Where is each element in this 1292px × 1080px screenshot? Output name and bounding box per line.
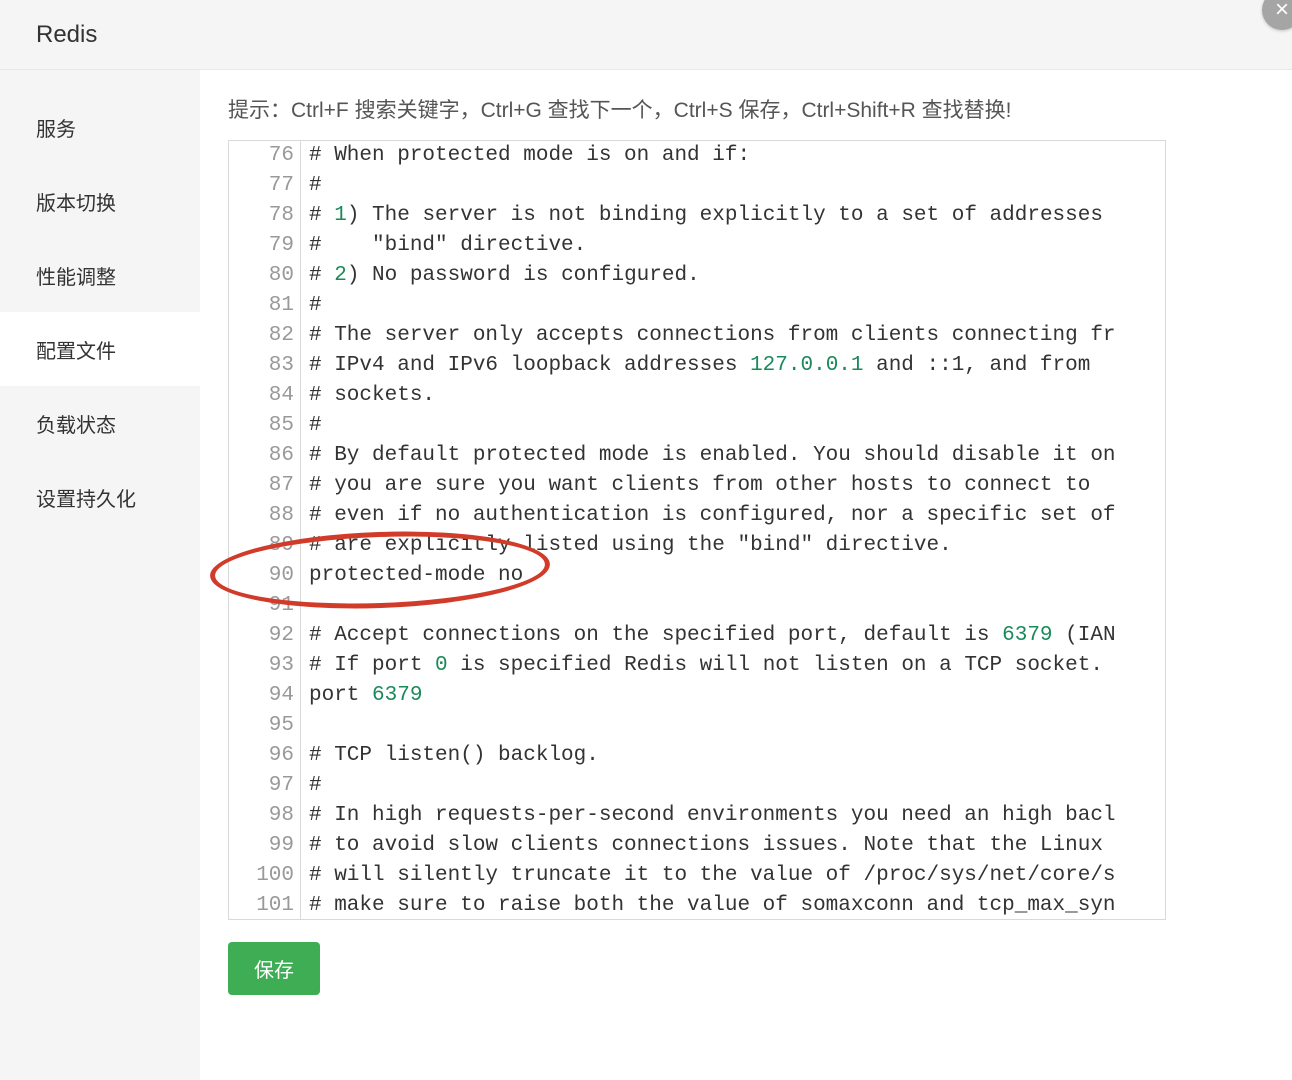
code-line[interactable]: # to avoid slow clients connections issu…	[309, 831, 1116, 861]
gutter-line: 100	[235, 861, 294, 891]
code-line[interactable]: # you are sure you want clients from oth…	[309, 471, 1116, 501]
gutter-line: 91	[235, 591, 294, 621]
gutter-line: 101	[235, 891, 294, 920]
code-line[interactable]: # sockets.	[309, 381, 1116, 411]
code-line[interactable]: # will silently truncate it to the value…	[309, 861, 1116, 891]
gutter-line: 81	[235, 291, 294, 321]
gutter-line: 83	[235, 351, 294, 381]
sidebar-item-service[interactable]: 服务	[0, 90, 200, 164]
sidebar-item-label: 版本切换	[36, 187, 116, 216]
code-line[interactable]	[309, 711, 1116, 741]
gutter-line: 97	[235, 771, 294, 801]
gutter-line: 85	[235, 411, 294, 441]
line-gutter: 7677787980818283848586878889909192939495…	[229, 141, 301, 920]
sidebar-item-label: 负载状态	[36, 409, 116, 438]
hint-text: 提示：Ctrl+F 搜索关键字，Ctrl+G 查找下一个，Ctrl+S 保存，C…	[228, 94, 1264, 124]
code-line[interactable]: # By default protected mode is enabled. …	[309, 441, 1116, 471]
code-line[interactable]: # The server only accepts connections fr…	[309, 321, 1116, 351]
save-button-label: 保存	[254, 960, 294, 982]
sidebar-item-version[interactable]: 版本切换	[0, 164, 200, 238]
code-line[interactable]: #	[309, 411, 1116, 441]
gutter-line: 84	[235, 381, 294, 411]
code-line[interactable]: #	[309, 771, 1116, 801]
gutter-line: 82	[235, 321, 294, 351]
gutter-line: 92	[235, 621, 294, 651]
gutter-line: 86	[235, 441, 294, 471]
sidebar-item-persistence[interactable]: 设置持久化	[0, 460, 200, 534]
code-line[interactable]: # make sure to raise both the value of s…	[309, 891, 1116, 920]
gutter-line: 88	[235, 501, 294, 531]
gutter-line: 94	[235, 681, 294, 711]
gutter-line: 95	[235, 711, 294, 741]
gutter-line: 96	[235, 741, 294, 771]
gutter-line: 89	[235, 531, 294, 561]
code-line[interactable]: # When protected mode is on and if:	[309, 141, 1116, 171]
code-line[interactable]: # "bind" directive.	[309, 231, 1116, 261]
gutter-line: 90	[235, 561, 294, 591]
sidebar: 服务 版本切换 性能调整 配置文件 负载状态 设置持久化	[0, 70, 200, 1080]
sidebar-item-load[interactable]: 负载状态	[0, 386, 200, 460]
gutter-line: 99	[235, 831, 294, 861]
save-button[interactable]: 保存	[228, 942, 320, 995]
code-line[interactable]: # are explicitly listed using the "bind"…	[309, 531, 1116, 561]
gutter-line: 79	[235, 231, 294, 261]
code-line[interactable]: # TCP listen() backlog.	[309, 741, 1116, 771]
gutter-line: 87	[235, 471, 294, 501]
editor-inner: 7677787980818283848586878889909192939495…	[229, 141, 1165, 920]
code-line[interactable]: # In high requests-per-second environmen…	[309, 801, 1116, 831]
sidebar-item-config[interactable]: 配置文件	[0, 312, 200, 386]
sidebar-item-label: 服务	[36, 113, 76, 142]
code-line[interactable]: #	[309, 291, 1116, 321]
code-line[interactable]: # Accept connections on the specified po…	[309, 621, 1116, 651]
code-line[interactable]: # 2) No password is configured.	[309, 261, 1116, 291]
container: 服务 版本切换 性能调整 配置文件 负载状态 设置持久化 提示：Ctrl+F 搜…	[0, 70, 1292, 1080]
code-line[interactable]: # even if no authentication is configure…	[309, 501, 1116, 531]
header-title: Redis	[36, 21, 97, 49]
code-editor[interactable]: 7677787980818283848586878889909192939495…	[228, 140, 1166, 920]
code-line[interactable]: # IPv4 and IPv6 loopback addresses 127.0…	[309, 351, 1116, 381]
code-content[interactable]: # When protected mode is on and if:## 1)…	[301, 141, 1124, 920]
code-line[interactable]: #	[309, 171, 1116, 201]
sidebar-item-label: 配置文件	[36, 335, 116, 364]
code-line[interactable]: # If port 0 is specified Redis will not …	[309, 651, 1116, 681]
gutter-line: 78	[235, 201, 294, 231]
header: Redis	[0, 0, 1292, 70]
code-line[interactable]: # 1) The server is not binding explicitl…	[309, 201, 1116, 231]
gutter-line: 77	[235, 171, 294, 201]
sidebar-item-label: 设置持久化	[36, 483, 136, 512]
main: 提示：Ctrl+F 搜索关键字，Ctrl+G 查找下一个，Ctrl+S 保存，C…	[200, 70, 1292, 1080]
code-line[interactable]	[309, 591, 1116, 621]
close-glyph: ×	[1275, 0, 1289, 24]
sidebar-item-label: 性能调整	[36, 261, 116, 290]
gutter-line: 80	[235, 261, 294, 291]
code-line[interactable]: port 6379	[309, 681, 1116, 711]
gutter-line: 98	[235, 801, 294, 831]
sidebar-item-performance[interactable]: 性能调整	[0, 238, 200, 312]
gutter-line: 93	[235, 651, 294, 681]
code-line[interactable]: protected-mode no	[309, 561, 1116, 591]
gutter-line: 76	[235, 141, 294, 171]
